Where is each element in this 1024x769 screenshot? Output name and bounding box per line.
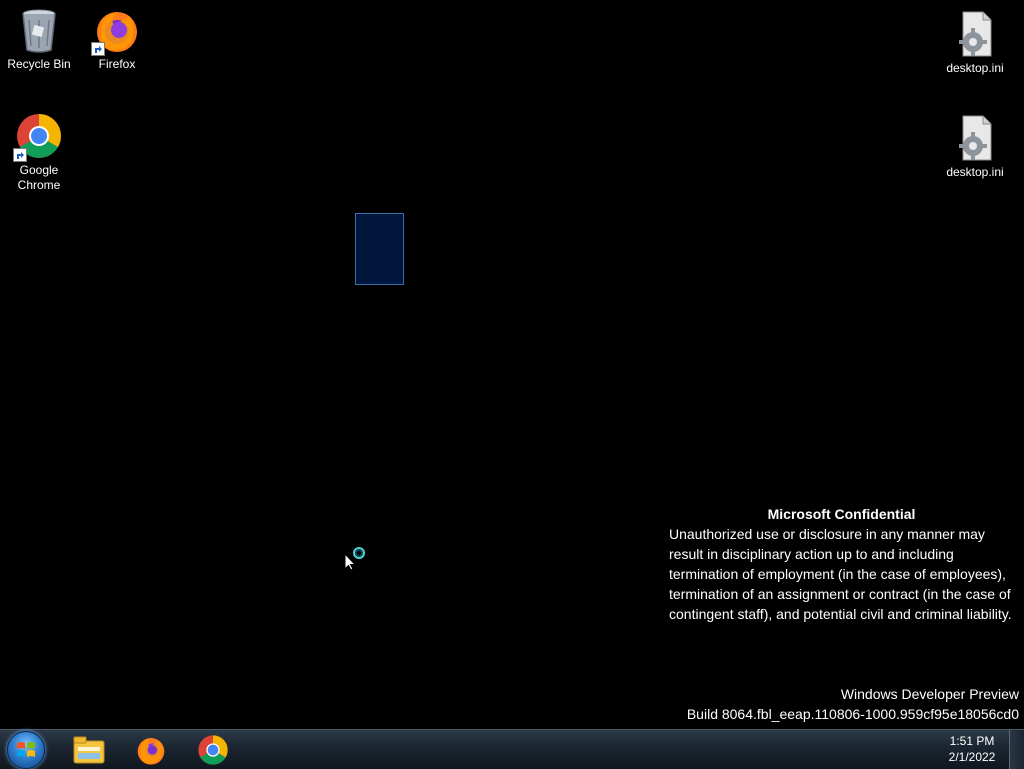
system-clock[interactable]: 1:51 PM 2/1/2022 <box>942 733 1002 765</box>
busy-cursor-icon <box>344 546 374 571</box>
file-explorer-icon <box>73 736 105 764</box>
build-watermark: Windows Developer Preview Build 8064.fbl… <box>687 684 1019 724</box>
confidential-watermark: Microsoft Confidential Unauthorized use … <box>669 504 1014 624</box>
desktop-icon-label: desktop.ini <box>946 165 1004 179</box>
desktop-icon-desktop-ini[interactable]: desktop.ini <box>936 114 1014 180</box>
desktop-icon-label: Google Chrome <box>17 163 61 192</box>
start-button[interactable] <box>7 731 45 769</box>
settings-file-icon <box>951 10 999 58</box>
edition-text: Windows Developer Preview <box>840 686 1019 702</box>
show-desktop-button[interactable] <box>1009 730 1024 769</box>
watermark-heading: Microsoft Confidential <box>767 506 916 522</box>
shortcut-arrow-icon <box>91 42 105 56</box>
desktop-icon-recycle-bin[interactable]: Recycle Bin <box>0 6 78 72</box>
chrome-icon <box>198 735 228 765</box>
chrome-icon <box>13 112 63 162</box>
firefox-icon <box>137 738 165 765</box>
clock-date: 2/1/2022 <box>948 750 996 764</box>
desktop-icon-label: Recycle Bin <box>7 57 71 71</box>
taskbar: 1:51 PM 2/1/2022 <box>0 729 1024 769</box>
shortcut-arrow-icon <box>13 148 27 162</box>
clock-time: 1:51 PM <box>949 734 995 748</box>
taskbar-firefox[interactable] <box>124 732 178 768</box>
desktop-icon-label: desktop.ini <box>946 61 1004 75</box>
selection-rectangle <box>355 213 404 285</box>
firefox-icon <box>91 6 141 56</box>
desktop-icon-desktop-ini[interactable]: desktop.ini <box>936 10 1014 76</box>
desktop-icon-google-chrome[interactable]: Google Chrome <box>0 112 78 193</box>
build-text: Build 8064.fbl_eeap.110806-1000.959cf95e… <box>686 706 1019 722</box>
taskbar-google-chrome[interactable] <box>186 732 240 768</box>
desktop-icon-firefox[interactable]: Firefox <box>78 6 156 72</box>
recycle-bin-icon <box>15 6 63 54</box>
watermark-body: Unauthorized use or disclosure in any ma… <box>669 526 1012 622</box>
settings-file-icon <box>951 114 999 162</box>
desktop-icon-label: Firefox <box>98 57 136 71</box>
taskbar-file-explorer[interactable] <box>62 732 116 768</box>
windows-logo-icon <box>17 742 35 757</box>
